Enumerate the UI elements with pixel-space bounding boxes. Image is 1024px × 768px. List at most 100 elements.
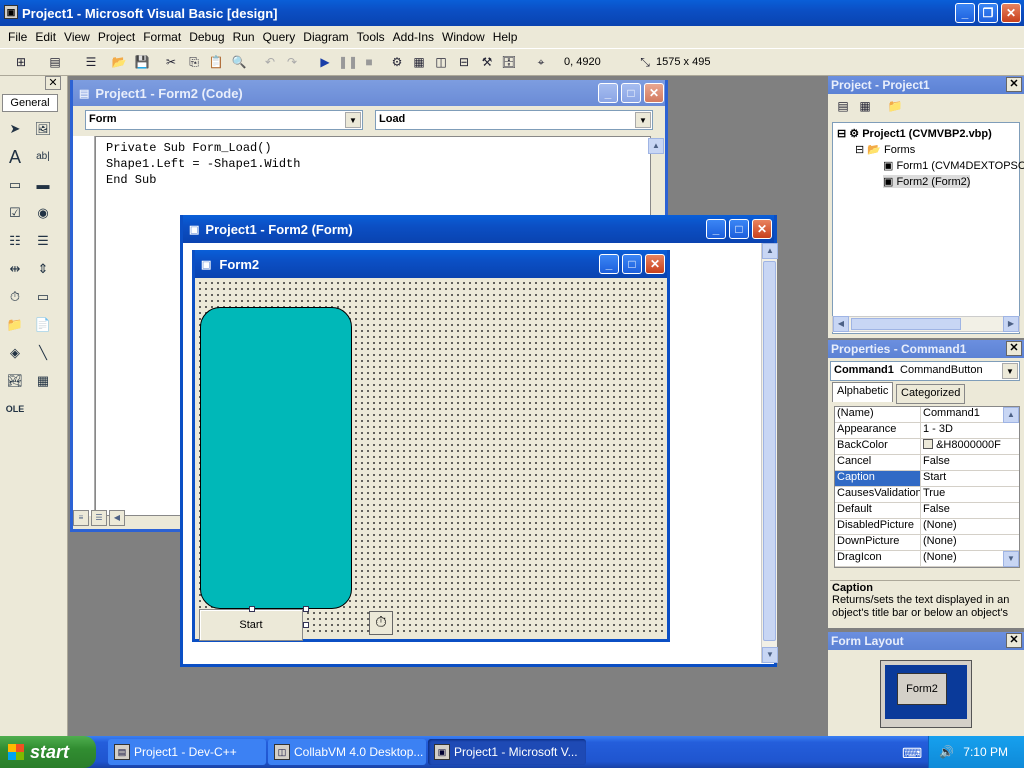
property-row[interactable]: DragIcon (None) [835,551,1019,567]
checkbox-icon[interactable]: ☑ [4,202,26,224]
open-project-icon[interactable]: 📂 [110,54,128,70]
designer-maximize-button[interactable]: □ [729,219,749,239]
form-layout-icon[interactable]: ◫ [432,54,450,70]
tab-alphabetic[interactable]: Alphabetic [832,382,894,402]
code-minimize-button[interactable]: _ [598,83,618,103]
data-view-icon[interactable]: 🗄 [500,54,518,70]
cut-icon[interactable]: ✂ [162,54,180,70]
object-browser-icon[interactable]: ⊟ [455,54,473,70]
scroll-up-arrow[interactable]: ▲ [1003,407,1019,423]
selection-handle[interactable] [303,622,309,628]
property-row[interactable]: DownPicture (None) [835,535,1019,551]
code-close-button[interactable]: ✕ [644,83,664,103]
timer-icon[interactable]: ⏱ [4,286,26,308]
scroll-down-arrow[interactable]: ▼ [1003,551,1019,567]
toolbox-icon[interactable]: ⚒ [478,54,496,70]
menu-diagram[interactable]: Diagram [299,30,352,44]
paste-icon[interactable]: 📋 [207,54,225,70]
tree-node-form1[interactable]: ▣ Form1 (CVM4DEXTOPSC [883,159,1024,172]
toolbox-tab-general[interactable]: General [2,94,58,112]
menu-help[interactable]: Help [489,30,522,44]
add-form-icon[interactable]: ▤ [46,54,64,70]
scroll-up-arrow[interactable]: ▲ [762,243,778,259]
property-row[interactable]: CausesValidation True [835,487,1019,503]
menu-addins[interactable]: Add-Ins [389,30,438,44]
menu-tools[interactable]: Tools [353,30,389,44]
pointer-icon[interactable]: ➤ [4,118,26,140]
copy-icon[interactable]: ⎘ [185,54,203,70]
view-code-icon[interactable]: ▤ [834,98,852,114]
tree-node-project[interactable]: ⊟ ⚙ Project1 (CVMVBP2.vbp) [837,127,992,140]
menu-window[interactable]: Window [438,30,489,44]
form-layout-preview[interactable]: Form2 [897,673,947,705]
form-designer-window[interactable]: ▣ Project1 - Form2 (Form) _ □ ✕ ▣ Form2 … [180,215,778,667]
image-icon[interactable]: 🏞 [4,370,26,392]
procedure-combo[interactable]: Load ▼ [375,110,653,130]
optionbutton-icon[interactable]: ◉ [32,202,54,224]
property-row-selected[interactable]: Caption Start [835,471,1019,487]
drivelistbox-icon[interactable]: ▭ [32,286,54,308]
taskbar-item-devcpp[interactable]: ▤ Project1 - Dev-C++ [108,739,266,765]
menu-project[interactable]: Project [94,30,139,44]
add-project-icon[interactable]: ⊞ [12,54,30,70]
minimize-button[interactable]: _ [955,3,975,23]
start-run-icon[interactable]: ▶ [316,54,334,70]
procedure-view-icon[interactable]: ≡ [73,510,89,526]
save-project-icon[interactable]: 💾 [133,54,151,70]
scroll-left-arrow[interactable]: ◀ [833,316,849,332]
properties-window-icon[interactable]: ▦ [410,54,428,70]
timer1-icon[interactable]: ⏱ [369,611,393,635]
tab-categorized[interactable]: Categorized [896,384,966,404]
designer-close-button[interactable]: ✕ [752,219,772,239]
dirlistbox-icon[interactable]: 📁 [4,314,26,336]
ole-icon[interactable]: OLE [4,398,26,420]
view-object-icon[interactable]: ▦ [856,98,874,114]
combobox-icon[interactable]: ☷ [4,230,26,252]
tree-horizontal-scrollbar[interactable]: ◀ ▶ [832,316,1020,332]
menu-view[interactable]: View [60,30,94,44]
listbox-icon[interactable]: ☰ [32,230,54,252]
restore-button[interactable]: ❐ [978,3,998,23]
property-row[interactable]: BackColor &H8000000F [835,439,1019,455]
chevron-down-icon[interactable]: ▼ [635,112,651,128]
form2-maximize-button[interactable]: □ [622,254,642,274]
selection-handle[interactable] [249,606,255,612]
menu-format[interactable]: Format [139,30,185,44]
code-maximize-button[interactable]: □ [621,83,641,103]
data-control-icon[interactable]: ▦ [32,370,54,392]
app-title-bar[interactable]: ▣ Project1 - Microsoft Visual Basic [des… [0,0,1024,26]
end-icon[interactable]: ■ [360,54,378,70]
chevron-down-icon[interactable]: ▼ [345,112,361,128]
project-explorer-close-button[interactable]: ✕ [1006,77,1022,92]
form-grid[interactable]: Start ⏱ [197,280,667,641]
picturebox-icon[interactable]: 🖼 [32,118,54,140]
form2-minimize-button[interactable]: _ [599,254,619,274]
hscrollbar-icon[interactable]: ⇹ [4,258,26,280]
scroll-up-arrow[interactable]: ▲ [648,138,664,154]
property-row[interactable]: Appearance 1 - 3D [835,423,1019,439]
find-icon[interactable]: 🔍 [230,54,248,70]
form2-close-button[interactable]: ✕ [645,254,665,274]
volume-icon[interactable]: 🔊 [939,745,954,759]
undo-icon[interactable]: ↶ [261,54,279,70]
form2-title-bar[interactable]: ▣ Form2 [195,250,667,278]
form2-canvas[interactable]: ▣ Form2 _ □ ✕ Start ⏱ [192,250,670,642]
keyboard-tray-icon[interactable]: ⌨ [902,745,922,762]
scroll-right-arrow[interactable]: ▶ [1003,316,1019,332]
toolbox-close-button[interactable]: ✕ [45,76,61,90]
shape-icon[interactable]: ◈ [4,342,26,364]
property-row[interactable]: Cancel False [835,455,1019,471]
property-row[interactable]: (Name) Command1 [835,407,1019,423]
line-icon[interactable]: ╲ [32,342,54,364]
project-explorer-icon[interactable]: ⚙ [388,54,406,70]
label-icon[interactable]: A [4,146,26,168]
property-row[interactable]: DisabledPicture (None) [835,519,1019,535]
shape1[interactable] [200,307,352,609]
designer-vertical-scrollbar[interactable]: ▲ ▼ [761,243,778,663]
menu-run[interactable]: Run [229,30,259,44]
taskbar-item-vb[interactable]: ▣ Project1 - Microsoft V... [428,739,586,765]
scroll-down-arrow[interactable]: ▼ [762,647,778,663]
break-icon[interactable]: ❚❚ [338,54,358,70]
filelistbox-icon[interactable]: 📄 [32,314,54,336]
tree-node-forms[interactable]: ⊟ 📂 Forms [855,143,915,156]
